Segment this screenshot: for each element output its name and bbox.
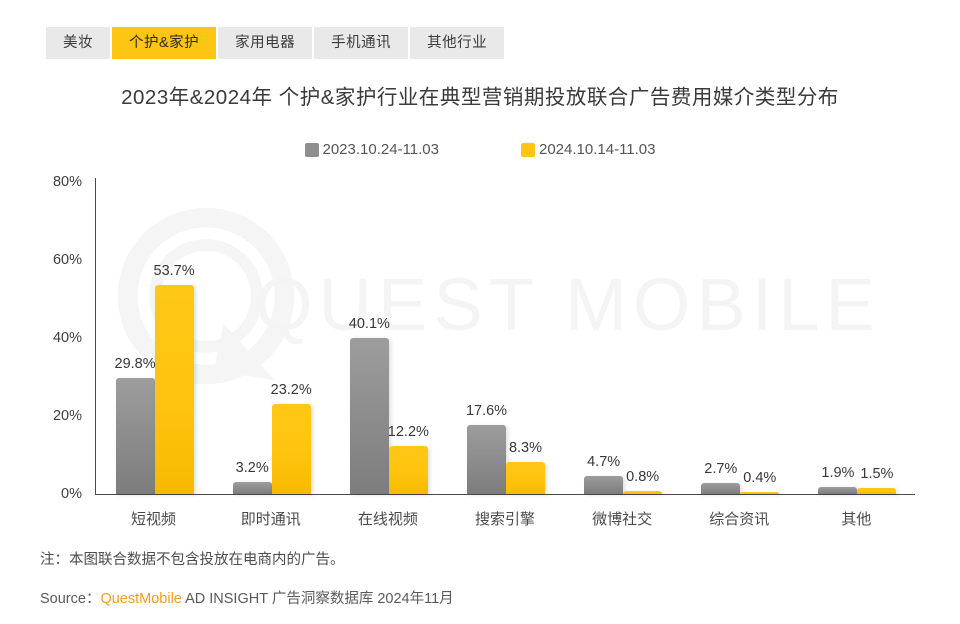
y-axis-tick-label: 40% bbox=[52, 330, 82, 346]
bar-series-2024[interactable] bbox=[623, 490, 663, 494]
bar-series-2024[interactable] bbox=[388, 446, 428, 494]
bar-value-label: 3.2% bbox=[235, 459, 269, 476]
bar-series-2023[interactable] bbox=[818, 486, 858, 494]
y-axis-tick-label: 0% bbox=[61, 486, 82, 502]
y-axis-tick-label: 80% bbox=[52, 174, 82, 190]
legend-swatch-2024 bbox=[521, 142, 535, 157]
bar-series-2024[interactable] bbox=[271, 403, 311, 494]
y-axis-tick-label: 60% bbox=[52, 252, 82, 268]
bar-series-2024[interactable] bbox=[154, 284, 194, 494]
source-brand: QuestMobile bbox=[100, 591, 182, 607]
bar-series-2024[interactable] bbox=[857, 488, 897, 494]
chart-legend: 2023.10.24-11.03 2024.10.14-11.03 bbox=[0, 141, 960, 158]
legend-label-2023: 2023.10.24-11.03 bbox=[322, 141, 440, 158]
bar-series-2024[interactable] bbox=[740, 492, 780, 494]
tab-qita-hangye[interactable]: 其他行业 bbox=[410, 27, 505, 59]
bar-value-label: 4.7% bbox=[587, 453, 621, 470]
x-axis-tick-label: 微博社交 bbox=[592, 511, 653, 528]
legend-item-2023[interactable]: 2023.10.24-11.03 bbox=[304, 141, 440, 158]
bar-series-2023[interactable] bbox=[349, 337, 389, 494]
bar-value-label: 17.6% bbox=[465, 403, 508, 420]
industry-tabbar[interactable]: 美妆 个护&家护 家用电器 手机通讯 其他行业 bbox=[46, 27, 506, 59]
bar-value-label: 29.8% bbox=[114, 355, 156, 372]
bar-value-label: 2.7% bbox=[704, 461, 738, 478]
x-axis-tick-label: 其他 bbox=[841, 511, 872, 528]
tab-meizhuang[interactable]: 美妆 bbox=[46, 27, 110, 59]
x-axis-tick-label: 综合资讯 bbox=[709, 511, 770, 528]
x-axis-tick-label: 搜索引擎 bbox=[474, 511, 536, 528]
y-axis-line bbox=[95, 178, 96, 495]
chart-source: Source：QuestMobile AD INSIGHT 广告洞察数据库 20… bbox=[40, 587, 454, 608]
legend-item-2024[interactable]: 2024.10.14-11.03 bbox=[521, 141, 656, 158]
tab-gehu-jiahu[interactable]: 个护&家护 bbox=[112, 27, 217, 59]
x-axis-tick-label: 短视频 bbox=[131, 511, 177, 528]
bar-value-label: 40.1% bbox=[348, 315, 390, 332]
bar-value-label: 8.3% bbox=[508, 439, 543, 456]
bar-value-label: 1.9% bbox=[821, 464, 855, 481]
bar-series-2023[interactable] bbox=[115, 377, 155, 494]
bar-series-2023[interactable] bbox=[467, 425, 506, 494]
tab-shouji-tongxun[interactable]: 手机通讯 bbox=[314, 27, 409, 59]
bar-value-label: 0.4% bbox=[743, 470, 777, 487]
bar-value-label: 0.8% bbox=[626, 468, 660, 485]
source-rest: AD INSIGHT 广告洞察数据库 2024年11月 bbox=[181, 591, 454, 607]
bar-value-label: 12.2% bbox=[387, 424, 429, 441]
bar-series-2023[interactable] bbox=[584, 475, 624, 494]
y-axis-tick-label: 20% bbox=[52, 408, 82, 424]
chart-note: 注：本图联合数据不包含投放在电商内的广告。 bbox=[40, 552, 345, 568]
source-prefix: Source： bbox=[40, 591, 101, 607]
x-axis-tick-label: 在线视频 bbox=[357, 511, 418, 528]
bar-series-2023[interactable] bbox=[701, 483, 741, 494]
x-axis-line bbox=[95, 494, 915, 495]
bar-value-label: 1.5% bbox=[860, 466, 894, 483]
bar-series-2023[interactable] bbox=[232, 481, 272, 494]
bar-value-label: 53.7% bbox=[153, 262, 195, 279]
x-axis-tick-label: 即时通讯 bbox=[240, 511, 301, 528]
bar-value-label: 23.2% bbox=[270, 381, 312, 398]
page-title: 2023年&2024年 个护&家护行业在典型营销期投放联合广告费用媒介类型分布 bbox=[121, 86, 839, 109]
legend-swatch-2023 bbox=[304, 142, 319, 157]
tab-jiayong-dianqi[interactable]: 家用电器 bbox=[218, 27, 313, 59]
bar-series-2024[interactable] bbox=[506, 461, 545, 494]
legend-label-2024: 2024.10.14-11.03 bbox=[539, 141, 656, 158]
